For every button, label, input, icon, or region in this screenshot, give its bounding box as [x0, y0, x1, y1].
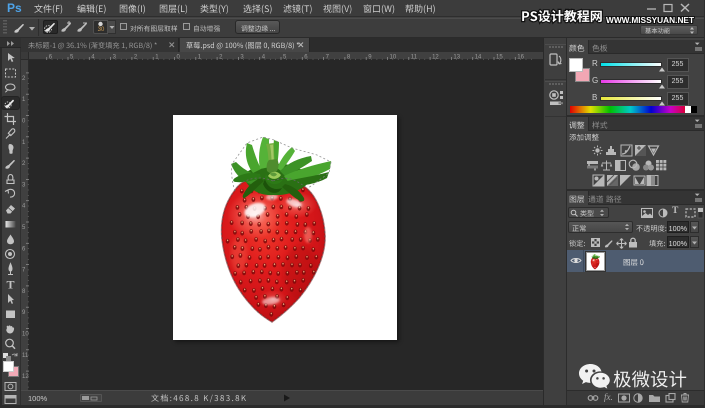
svg-text:12: 12	[22, 374, 29, 380]
svg-text:1: 1	[22, 97, 26, 103]
svg-text:4: 4	[22, 204, 26, 210]
svg-text:5: 5	[22, 225, 26, 231]
svg-text:3: 3	[22, 182, 26, 188]
svg-text:2: 2	[22, 76, 26, 82]
svg-text:2: 2	[22, 161, 26, 167]
svg-text:8: 8	[22, 289, 26, 295]
svg-text:10: 10	[22, 332, 29, 338]
svg-text:9: 9	[22, 310, 26, 316]
svg-text:T: T	[6, 278, 14, 292]
svg-text:7: 7	[22, 268, 26, 274]
svg-text:0: 0	[22, 119, 26, 125]
svg-text:1: 1	[22, 140, 26, 146]
svg-text:6: 6	[22, 246, 26, 252]
svg-text:11: 11	[22, 353, 29, 359]
